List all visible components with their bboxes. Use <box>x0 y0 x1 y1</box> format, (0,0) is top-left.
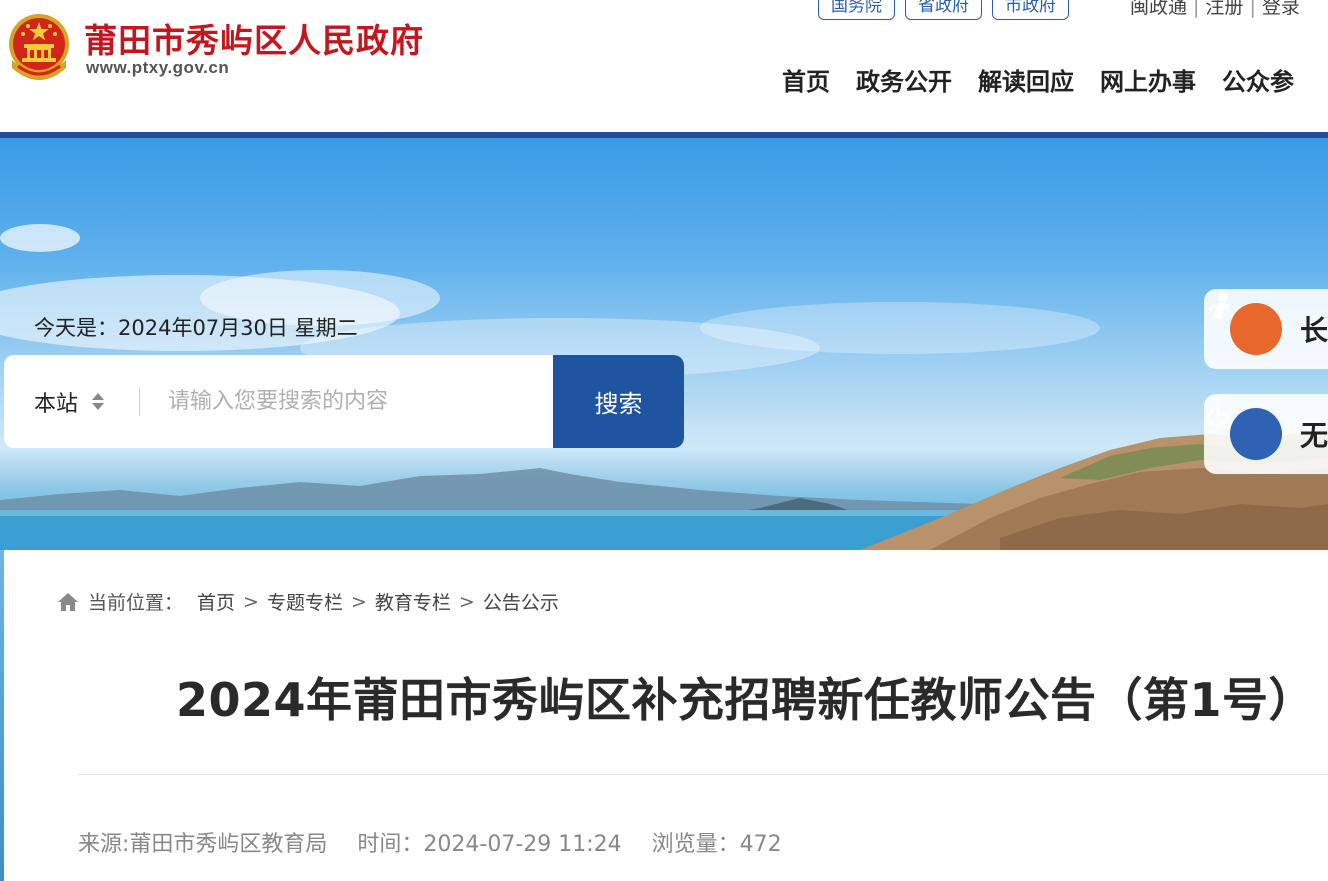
separator: | <box>1249 0 1256 18</box>
site-domain: www.ptxy.gov.cn <box>86 58 230 77</box>
article-time: 时间：2024-07-29 11:24 <box>357 832 622 857</box>
login-link[interactable]: 登录 <box>1262 0 1300 18</box>
side-tab-elder-mode[interactable]: 长 <box>1204 289 1328 369</box>
breadcrumb-separator: > <box>350 590 367 613</box>
current-date: 今天是：2024年07月30日 星期二 <box>34 312 358 342</box>
weekday-value: 星期二 <box>294 316 358 340</box>
site-title[interactable]: 莆田市秀屿区人民政府 <box>84 14 424 62</box>
elder-care-icon <box>1208 292 1282 355</box>
breadcrumb-prefix: 当前位置： <box>88 592 184 614</box>
nav-gov-affairs[interactable]: 政务公开 <box>856 62 952 97</box>
ext-link-state-council[interactable]: 国务院 <box>818 0 895 20</box>
article-views: 浏览量：472 <box>651 832 782 857</box>
nav-online-services[interactable]: 网上办事 <box>1100 62 1196 97</box>
article-meta: 来源:莆田市秀屿区教育局 时间：2024-07-29 11:24 浏览量：472 <box>78 826 782 858</box>
article-title: 2024年莆田市秀屿区补充招聘新任教师公告（第1号） <box>176 673 1316 727</box>
national-emblem-icon <box>9 14 69 80</box>
site-header: 莆田市秀屿区人民政府 www.ptxy.gov.cn 国务院 省政府 市政府 闽… <box>0 0 1328 132</box>
breadcrumb: 当前位置： 首页 > 专题专栏 > 教育专栏 > 公告公示 <box>56 588 559 615</box>
search-bar: 本站 搜索 <box>4 355 684 448</box>
main-nav: 首页 政务公开 解读回应 网上办事 公众参 <box>782 62 1294 97</box>
search-button[interactable]: 搜索 <box>5 355 684 448</box>
search-scope-label: 本站 <box>34 391 79 417</box>
search-icon <box>5 356 35 386</box>
breadcrumb-education[interactable]: 教育专栏 <box>375 588 451 615</box>
breadcrumb-separator: > <box>243 590 259 613</box>
register-link[interactable]: 注册 <box>1205 0 1243 18</box>
breadcrumb-special-topics[interactable]: 专题专栏 <box>267 588 343 615</box>
search-input[interactable] <box>144 355 553 448</box>
nav-interpretation[interactable]: 解读回应 <box>978 62 1074 97</box>
date-value: 2024年07月30日 <box>118 316 288 340</box>
search-button-label: 搜索 <box>594 390 643 418</box>
mzt-link[interactable]: 闽政通 <box>1130 0 1187 18</box>
sort-arrows-icon <box>92 393 105 410</box>
breadcrumb-announcements[interactable]: 公告公示 <box>483 588 559 615</box>
home-icon <box>58 592 78 611</box>
external-links: 国务院 省政府 市政府 <box>818 0 1069 20</box>
hero-banner: 今天是：2024年07月30日 星期二 本站 搜索 长 <box>0 138 1328 550</box>
title-divider <box>78 774 1328 775</box>
breadcrumb-home[interactable]: 首页 <box>197 588 235 615</box>
side-tab-elder-label: 长 <box>1300 314 1328 347</box>
side-tab-accessibility[interactable]: 无 <box>1204 394 1328 474</box>
banner-scenery <box>0 224 1328 550</box>
ext-link-city[interactable]: 市政府 <box>992 0 1069 20</box>
accessibility-icon <box>1207 396 1282 460</box>
breadcrumb-separator: > <box>458 590 475 613</box>
article-source: 来源:莆田市秀屿区教育局 <box>78 832 328 857</box>
nav-home[interactable]: 首页 <box>782 62 830 97</box>
user-links: 闽政通 | 注册 | 登录 <box>1130 0 1300 19</box>
date-prefix: 今天是： <box>34 316 118 340</box>
side-tab-accessibility-label: 无 <box>1300 419 1328 452</box>
ext-link-province[interactable]: 省政府 <box>905 0 982 20</box>
nav-public-participation[interactable]: 公众参 <box>1222 62 1294 97</box>
separator: | <box>1193 0 1200 18</box>
